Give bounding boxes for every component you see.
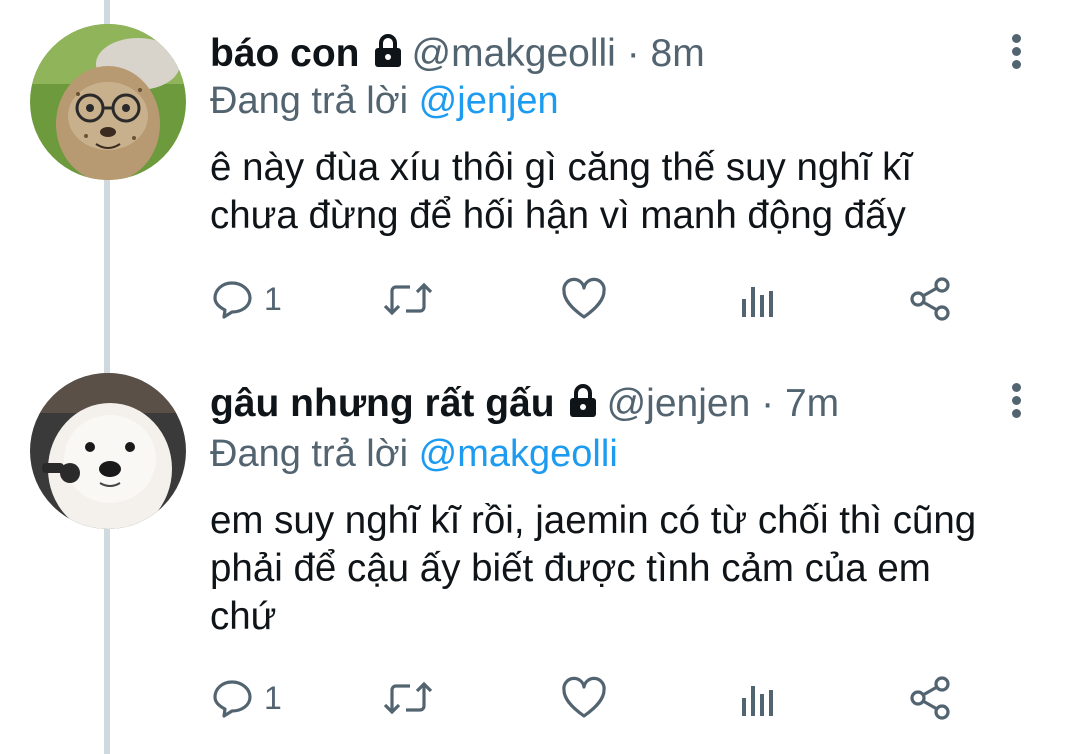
share-button[interactable] [908, 673, 954, 723]
tweet[interactable]: báo con @makgeolli · 8m Đang trả lời @jen… [0, 24, 1080, 354]
reply-count: 1 [264, 679, 282, 716]
mention-link[interactable]: @jenjen [419, 80, 559, 122]
retweet-button[interactable] [382, 673, 434, 723]
replying-prefix: Đang trả lời [210, 433, 419, 475]
tweet-header: gâu nhưng rất gấu @jenjen · 7m [210, 380, 839, 431]
replying-to: Đang trả lời @makgeolli [210, 431, 618, 477]
lock-icon [565, 383, 601, 431]
retweet-icon [383, 681, 433, 715]
tweet-text: em suy nghĩ kĩ rồi, jaemin có từ chối th… [210, 497, 1050, 641]
action-bar: 1 [210, 673, 970, 723]
cheetah-cub-avatar [30, 24, 186, 180]
like-icon [562, 676, 606, 718]
display-name[interactable]: báo con [210, 32, 360, 75]
tweet-text-line: chưa đừng để hối hận vì manh động đấy [210, 194, 906, 237]
lock-icon [370, 33, 406, 81]
reply-count: 1 [264, 280, 282, 317]
retweet-button[interactable] [382, 274, 434, 324]
separator: · [761, 382, 775, 425]
tweet[interactable]: gâu nhưng rất gấu @jenjen · 7m Đang trả l… [0, 373, 1080, 753]
reply-button[interactable]: 1 [210, 673, 282, 723]
more-icon[interactable] [1004, 383, 1028, 423]
share-icon [910, 676, 950, 720]
replying-to: Đang trả lời @jenjen [210, 78, 559, 124]
reply-icon [213, 281, 252, 319]
share-icon [910, 277, 950, 321]
avatar[interactable] [30, 373, 186, 529]
tweet-header: báo con @makgeolli · 8m [210, 30, 705, 81]
separator: · [626, 32, 640, 75]
like-button[interactable] [560, 673, 608, 723]
white-dog-avatar [30, 373, 186, 529]
user-handle[interactable]: @makgeolli [412, 32, 616, 75]
tweet-text-line: chứ [210, 595, 277, 638]
reply-icon [213, 680, 252, 718]
avatar[interactable] [30, 24, 186, 180]
tweet-text: ê này đùa xíu thôi gì căng thế suy nghĩ … [210, 144, 1050, 240]
action-bar: 1 [210, 274, 970, 324]
more-icon[interactable] [1004, 34, 1028, 74]
tweet-text-line: em suy nghĩ kĩ rồi, jaemin có từ chối th… [210, 499, 977, 542]
mention-link[interactable]: @makgeolli [419, 433, 618, 475]
analytics-icon [742, 686, 773, 716]
analytics-button[interactable] [738, 673, 778, 723]
timestamp[interactable]: 7m [785, 382, 839, 425]
analytics-button[interactable] [738, 274, 778, 324]
like-button[interactable] [560, 274, 608, 324]
share-button[interactable] [908, 274, 954, 324]
tweet-text-line: ê này đùa xíu thôi gì căng thế suy nghĩ … [210, 146, 913, 189]
tweet-text-line: phải để cậu ấy biết được tình cảm của em [210, 547, 931, 590]
timestamp[interactable]: 8m [651, 32, 705, 75]
replying-prefix: Đang trả lời [210, 80, 419, 122]
analytics-icon [742, 287, 773, 317]
user-handle[interactable]: @jenjen [607, 382, 751, 425]
like-icon [562, 277, 606, 319]
retweet-icon [383, 282, 433, 316]
display-name[interactable]: gâu nhưng rất gấu [210, 382, 555, 425]
reply-button[interactable]: 1 [210, 274, 282, 324]
